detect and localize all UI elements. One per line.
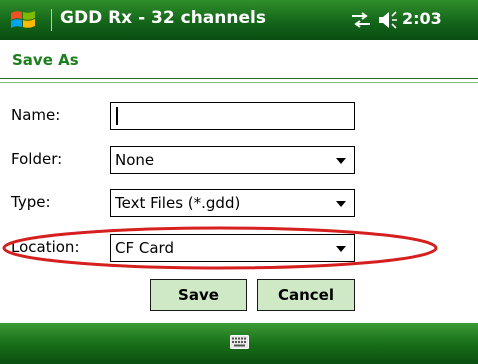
dropdown-arrow-icon <box>336 201 346 207</box>
type-value: Text Files (*.gdd) <box>115 194 241 212</box>
type-label: Type: <box>11 193 51 211</box>
app-title: GDD Rx - 32 channels <box>60 8 266 28</box>
heading-divider <box>0 78 478 79</box>
page-title: Save As <box>12 51 79 69</box>
highlight-ellipse <box>2 226 438 270</box>
folder-value: None <box>115 151 155 169</box>
volume-icon[interactable] <box>378 11 398 29</box>
text-caret <box>116 107 118 125</box>
heading-divider-shadow <box>0 82 478 83</box>
dropdown-arrow-icon <box>336 158 346 164</box>
folder-dropdown[interactable]: None <box>110 146 355 174</box>
cancel-button[interactable]: Cancel <box>257 279 355 311</box>
connectivity-icon[interactable] <box>350 12 372 28</box>
name-input[interactable] <box>110 102 355 130</box>
name-label: Name: <box>11 106 61 124</box>
title-bar: GDD Rx - 32 channels 2:03 <box>0 0 478 40</box>
folder-label: Folder: <box>11 150 63 168</box>
clock[interactable]: 2:03 <box>402 9 442 28</box>
pocketpc-screen: GDD Rx - 32 channels 2:03 Save As Name: … <box>0 0 478 364</box>
type-dropdown[interactable]: Text Files (*.gdd) <box>110 189 355 217</box>
save-button[interactable]: Save <box>150 279 247 311</box>
keyboard-icon[interactable] <box>230 335 249 349</box>
windows-start-icon[interactable] <box>9 8 37 32</box>
title-separator <box>51 9 52 31</box>
